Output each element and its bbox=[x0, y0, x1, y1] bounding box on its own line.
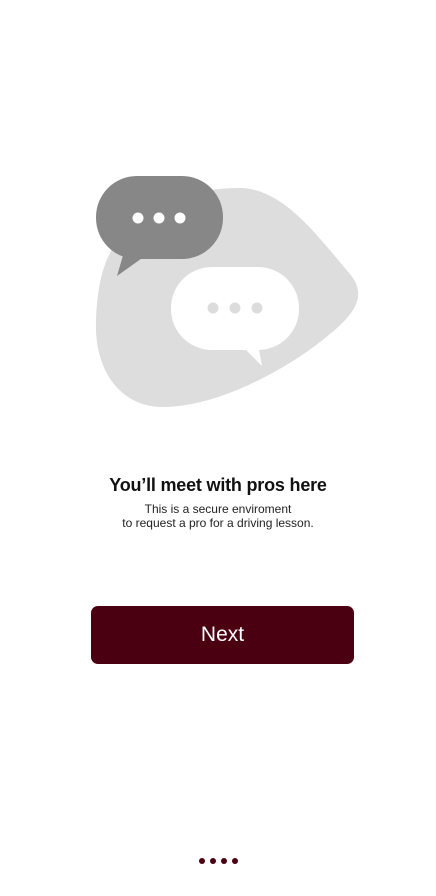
page-indicator bbox=[0, 856, 436, 866]
onboarding-title: You’ll meet with pros here bbox=[109, 475, 327, 495]
page-dot-4[interactable] bbox=[231, 858, 238, 864]
onboarding-subtitle: This is a secure enviroment to request a… bbox=[0, 502, 436, 530]
page-dot-3[interactable] bbox=[220, 858, 227, 864]
subtitle-line-1: This is a secure enviroment bbox=[144, 502, 292, 516]
subtitle-line-2: to request a pro for a driving lesson. bbox=[122, 516, 314, 530]
page-dot-2[interactable] bbox=[209, 858, 216, 864]
page-dot-1[interactable] bbox=[198, 858, 205, 864]
next-button[interactable]: Next bbox=[91, 606, 354, 664]
chat-bubbles-illustration bbox=[95, 176, 359, 408]
